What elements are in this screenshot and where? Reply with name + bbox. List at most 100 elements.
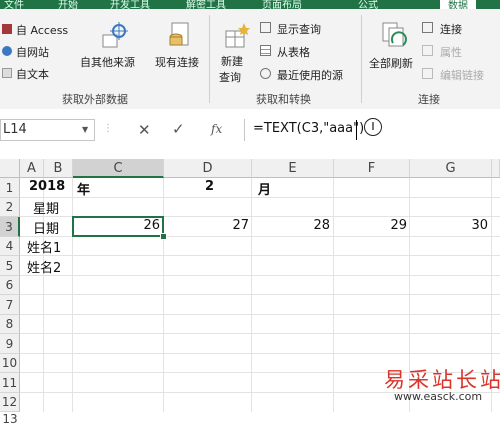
row-header-5[interactable]: 5: [0, 256, 20, 276]
refresh-all-button[interactable]: 全部刷新: [369, 55, 413, 71]
row-header-2[interactable]: 2: [0, 198, 20, 217]
tab-formulas[interactable]: 公式: [358, 0, 378, 9]
other-sources-button[interactable]: 自其他来源: [80, 54, 135, 70]
properties-label: 属性: [440, 46, 462, 59]
from-access-label: 自 Access: [16, 24, 69, 37]
access-icon: [2, 24, 12, 34]
from-text-button[interactable]: 自文本: [2, 66, 49, 82]
ibeam-cursor-icon: I: [364, 118, 382, 136]
from-text-label: 自文本: [16, 68, 49, 81]
existing-connections-icon: [166, 21, 192, 49]
chevron-down-icon[interactable]: ▼: [82, 125, 88, 134]
globe-icon: [2, 46, 12, 56]
new-query-label-2[interactable]: 查询: [219, 69, 241, 85]
column-header-c[interactable]: C: [73, 159, 164, 178]
edit-links-label: 编辑链接: [440, 69, 484, 82]
gridline: [72, 178, 73, 412]
row-header-1[interactable]: 1: [0, 178, 20, 198]
column-header-a[interactable]: A: [20, 159, 44, 178]
row-header-3[interactable]: 3: [0, 217, 20, 237]
cell-e3[interactable]: 28: [252, 218, 330, 233]
show-queries-button[interactable]: 显示查询: [260, 21, 321, 37]
grid-icon: [260, 45, 271, 56]
properties-icon: [422, 45, 433, 56]
column-header-b[interactable]: B: [44, 159, 73, 178]
ribbon-tab-bar: 文件 开始 开发工具 解密工具 页面布局 公式 数据: [0, 0, 500, 9]
existing-connections-button[interactable]: 现有连接: [155, 54, 199, 70]
column-header-e[interactable]: E: [252, 159, 334, 178]
tab-decrypt[interactable]: 解密工具: [186, 0, 226, 9]
row-header-7[interactable]: 7: [0, 295, 20, 315]
column-header-g[interactable]: G: [410, 159, 492, 178]
select-all-corner[interactable]: [0, 159, 20, 178]
tab-developer[interactable]: 开发工具: [110, 0, 150, 9]
clock-icon: [260, 68, 271, 79]
gridline: [163, 178, 164, 412]
cell-a4[interactable]: 姓名1: [27, 237, 61, 256]
formula-bar: L14 ▼ ⋮ ✕ ✓ fx =TEXT(C3,"aaa") I: [0, 109, 500, 152]
row-header-10[interactable]: 10: [0, 354, 20, 373]
watermark-url: www.easck.com: [394, 390, 483, 403]
cell-e1[interactable]: 月: [258, 179, 271, 198]
column-header-h[interactable]: [492, 159, 500, 178]
cell-g3[interactable]: 30: [410, 218, 488, 233]
group-label-connections: 连接: [418, 93, 440, 106]
edit-links-icon: [422, 68, 433, 79]
tab-data[interactable]: 数据: [440, 0, 476, 9]
column-header-f[interactable]: F: [334, 159, 410, 178]
refresh-all-icon: [381, 21, 409, 51]
row-header-9[interactable]: 9: [0, 334, 20, 354]
from-table-label: 从表格: [277, 46, 310, 59]
drag-handle-icon[interactable]: ⋮: [103, 123, 113, 134]
worksheet-grid[interactable]: A B C D E F G 1 2 3 4 5 6 7 8 9 10 11 12…: [0, 151, 500, 426]
enter-check-icon[interactable]: ✓: [172, 120, 185, 138]
from-table-button[interactable]: 从表格: [260, 44, 310, 60]
text-cursor: [356, 120, 357, 140]
tab-file[interactable]: 文件: [4, 0, 24, 9]
row-header-6[interactable]: 6: [0, 276, 20, 295]
edit-links-button[interactable]: 编辑链接: [422, 67, 484, 83]
cell-c1[interactable]: 年: [77, 179, 90, 198]
gridline: [20, 275, 500, 276]
fill-handle[interactable]: [160, 233, 167, 240]
new-query-label-1[interactable]: 新建: [221, 53, 243, 69]
cancel-icon[interactable]: ✕: [138, 121, 151, 139]
row-header-4[interactable]: 4: [0, 237, 20, 256]
cell-a1[interactable]: 2018: [29, 179, 65, 194]
cell-c3[interactable]: 26: [74, 218, 160, 233]
row-header-12[interactable]: 12: [0, 393, 20, 412]
gridline: [20, 294, 500, 295]
tab-page-layout[interactable]: 页面布局: [262, 0, 302, 9]
row-header-11[interactable]: 11: [0, 373, 20, 393]
column-header-d[interactable]: D: [164, 159, 252, 178]
row-header-8[interactable]: 8: [0, 315, 20, 334]
gridline: [20, 353, 500, 354]
cell-a2[interactable]: 星期: [33, 198, 59, 217]
insert-function-button[interactable]: fx: [211, 122, 222, 136]
table-icon: [260, 22, 271, 33]
from-access-button[interactable]: 自 Access: [2, 22, 69, 38]
gridline: [333, 178, 334, 412]
new-query-icon: [222, 21, 250, 49]
group-divider: [209, 15, 210, 103]
gridline: [20, 333, 500, 334]
connections-icon: [422, 22, 433, 33]
tab-home[interactable]: 开始: [58, 0, 78, 9]
cell-a3[interactable]: 日期: [33, 218, 59, 237]
cell-a5[interactable]: 姓名2: [27, 257, 61, 276]
connections-button[interactable]: 连接: [422, 21, 462, 37]
from-web-label: 自网站: [16, 46, 49, 59]
cell-f3[interactable]: 29: [334, 218, 407, 233]
ribbon: 自 Access 自网站 自文本 自其他来源 现有连接 获取外部数据 新建 查询…: [0, 9, 500, 110]
from-web-button[interactable]: 自网站: [2, 44, 49, 60]
cell-d3[interactable]: 27: [164, 218, 249, 233]
recent-sources-button[interactable]: 最近使用的源: [260, 67, 343, 83]
cell-d1[interactable]: 2: [164, 179, 214, 194]
gridline: [20, 255, 500, 256]
name-box[interactable]: L14: [0, 119, 95, 141]
recent-sources-label: 最近使用的源: [277, 69, 343, 82]
properties-button[interactable]: 属性: [422, 44, 462, 60]
text-file-icon: [2, 68, 12, 78]
show-queries-label: 显示查询: [277, 23, 321, 36]
gridline: [20, 314, 500, 315]
